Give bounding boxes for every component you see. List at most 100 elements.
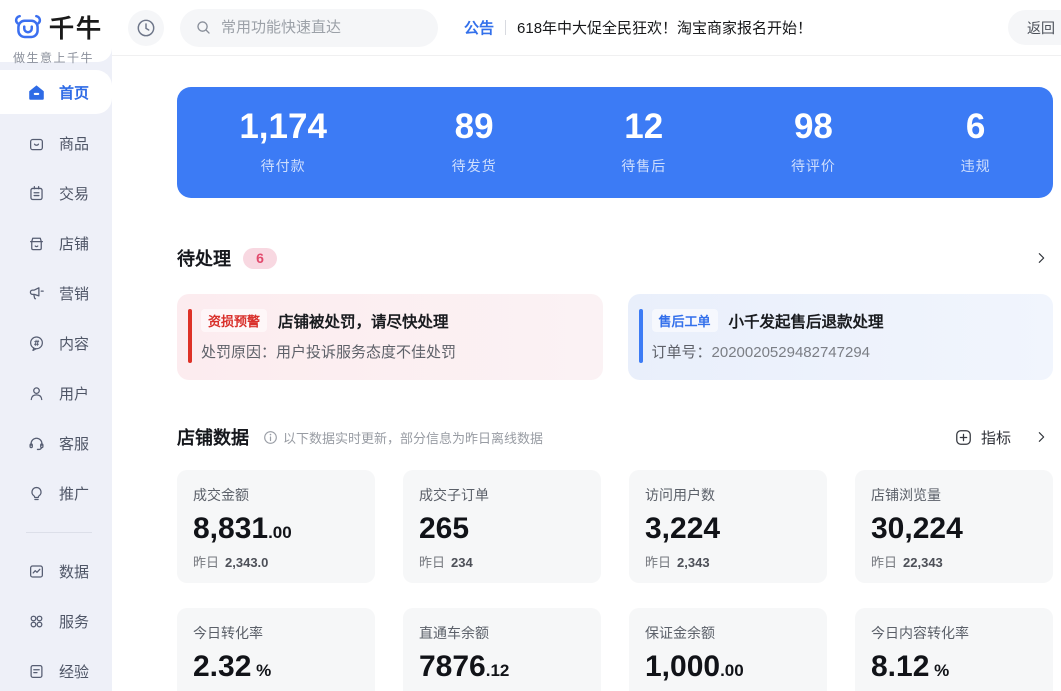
add-metric-label: 指标 [980, 429, 1011, 447]
sidebar-item-label: 营销 [59, 285, 90, 303]
metric-value: 1,000.00 [645, 649, 744, 683]
sidebar-item-users[interactable]: 用户 [0, 368, 112, 418]
sidebar-item-marketing[interactable]: 营销 [0, 268, 112, 318]
shop-data-more-button[interactable] [1033, 428, 1049, 446]
back-button[interactable]: 返回 [1008, 10, 1061, 45]
alert-title: 小千发起售后退款处理 [728, 313, 884, 331]
hash-bubble-icon [27, 334, 46, 353]
pending-alerts: 资损预警 店铺被处罚，请尽快处理 处罚原因：用户投诉服务态度不佳处罚 售后工单 … [177, 294, 1053, 380]
stat-pending-shipment[interactable]: 89 待发货 [452, 109, 497, 176]
content: 1,174 待付款 89 待发货 12 待售后 98 待评价 6 违规 待处理 … [112, 56, 1061, 691]
alert-accent-bar [638, 309, 643, 363]
sidebar-item-promotion[interactable]: 推广 [0, 468, 112, 518]
metric-card-content-conversion[interactable]: 今日内容转化率 8.12 % 昨日2,343.00 [855, 607, 1053, 691]
metric-value: 7876.12 [419, 649, 510, 683]
stat-violations[interactable]: 6 违规 [961, 109, 991, 176]
alert-tag: 资损预警 [201, 309, 268, 332]
metric-card-gmv[interactable]: 成交金额 8,831.00 昨日 2,343.0 [177, 470, 375, 583]
metric-cards: 成交金额 8,831.00 昨日 2,343.0 成交子订单 265 昨日 234 … [177, 470, 1053, 691]
sidebar-item-trade[interactable]: 交易 [0, 168, 112, 218]
main-area: 公告 618年中大促全民狂欢！淘宝商家报名开始！ 返回 1,174 待付款 89… [112, 0, 1061, 691]
alert-card-aftersale[interactable]: 售后工单 小千发起售后退款处理 订单号：2020020529482747294 [627, 294, 1053, 380]
sidebar-item-label: 首页 [59, 84, 90, 102]
quick-search[interactable] [180, 8, 438, 47]
metric-yesterday: 昨日 22,343 [871, 554, 943, 570]
qianniu-logo-icon [13, 13, 43, 41]
sidebar-item-label: 经验 [59, 663, 90, 681]
metric-card-ztc-balance[interactable]: 直通车余额 7876.12 [403, 607, 601, 691]
sidebar-item-data[interactable]: 数据 [0, 546, 112, 596]
announcement-text[interactable]: 618年中大促全民狂欢！淘宝商家报名开始！ [517, 17, 812, 38]
sidebar: 千牛 做生意上千牛 首页 商品 交易 店铺 营销 内容 用户 客服 推广 数据 … [0, 0, 112, 691]
pending-section-header: 待处理 6 [177, 245, 1053, 271]
stat-pending-aftersale[interactable]: 12 待售后 [621, 109, 666, 176]
metric-yesterday: 昨日 2,343 [645, 554, 710, 570]
storefront-icon [27, 234, 46, 253]
qianniu-dashboard: 千牛 做生意上千牛 首页 商品 交易 店铺 营销 内容 用户 客服 推广 数据 … [0, 0, 1061, 691]
info-icon [264, 430, 277, 444]
document-icon [27, 662, 46, 681]
sidebar-item-services[interactable]: 服务 [0, 596, 112, 646]
clock-icon [135, 17, 157, 39]
shop-data-header: 店铺数据 以下数据实时更新，部分信息为昨日离线数据 指标 [177, 424, 1053, 450]
stat-pending-payment[interactable]: 1,174 待付款 [239, 109, 327, 176]
stat-value: 98 [793, 107, 833, 146]
sidebar-item-home[interactable]: 首页 [0, 70, 112, 114]
sidebar-item-label: 用户 [59, 385, 90, 403]
sidebar-item-label: 推广 [59, 485, 90, 503]
shop-data-note-text: 以下数据实时更新，部分信息为昨日离线数据 [283, 430, 544, 446]
announcement-label: 公告 [464, 20, 495, 37]
metric-label: 成交子订单 [419, 487, 489, 503]
stat-label: 违规 [960, 158, 991, 174]
metric-card-orders[interactable]: 成交子订单 265 昨日 234 [403, 470, 601, 583]
metric-value: 2.32 % [193, 649, 272, 683]
sidebar-item-label: 客服 [59, 435, 90, 453]
grid-circles-icon [27, 612, 46, 631]
user-icon [27, 384, 46, 403]
metric-label: 访问用户数 [645, 487, 715, 503]
sidebar-item-goods[interactable]: 商品 [0, 118, 112, 168]
chart-icon [27, 562, 46, 581]
stat-label: 待发货 [451, 158, 497, 174]
metric-value: 8.12 % [871, 649, 950, 683]
sidebar-item-shop[interactable]: 店铺 [0, 218, 112, 268]
stat-value: 6 [965, 107, 986, 146]
metric-card-pageviews[interactable]: 店铺浏览量 30,224 昨日 22,343 [855, 470, 1053, 583]
alert-card-risk[interactable]: 资损预警 店铺被处罚，请尽快处理 处罚原因：用户投诉服务态度不佳处罚 [177, 294, 603, 380]
sidebar-divider [26, 532, 92, 533]
history-button[interactable] [128, 9, 164, 46]
sidebar-item-label: 店铺 [59, 235, 90, 253]
search-input[interactable] [221, 19, 424, 36]
app-tagline: 做生意上千牛 [13, 51, 95, 65]
sidebar-item-content[interactable]: 内容 [0, 318, 112, 368]
alert-detail: 订单号：2020020529482747294 [652, 341, 1036, 362]
add-metric-button[interactable]: 指标 [954, 427, 1053, 448]
clipboard-icon [27, 184, 46, 203]
stat-label: 待售后 [621, 158, 667, 174]
sidebar-item-customer-service[interactable]: 客服 [0, 418, 112, 468]
sidebar-item-label: 服务 [59, 613, 90, 631]
pending-count-badge: 6 [243, 247, 277, 269]
app-name: 千牛 [49, 15, 104, 43]
metric-card-visitors[interactable]: 访问用户数 3,224 昨日 2,343 [629, 470, 827, 583]
pending-more-button[interactable] [1033, 249, 1049, 267]
chevron-right-icon [1038, 432, 1045, 442]
megaphone-icon [27, 284, 46, 303]
sidebar-item-label: 数据 [59, 563, 90, 581]
stat-pending-review[interactable]: 98 待评价 [791, 109, 836, 176]
pending-title: 待处理 [177, 249, 231, 269]
metric-value: 8,831.00 [193, 512, 292, 545]
order-no-value: 2020020529482747294 [711, 344, 871, 361]
metric-card-conversion[interactable]: 今日转化率 2.32 % 昨日1.21% [177, 607, 375, 691]
metric-label: 店铺浏览量 [871, 487, 941, 503]
plus-icon [956, 429, 971, 445]
alert-tag: 售后工单 [651, 309, 718, 332]
metric-value: 30,224 [871, 512, 963, 545]
sidebar-item-label: 交易 [59, 185, 90, 203]
metric-value: 3,224 [645, 512, 721, 545]
sidebar-item-experience[interactable]: 经验 [0, 646, 112, 691]
order-no-label: 订单号： [651, 344, 712, 361]
lightbulb-icon [27, 484, 46, 503]
announcement: 公告 618年中大促全民狂欢！淘宝商家报名开始！ [464, 17, 812, 38]
metric-card-deposit-balance[interactable]: 保证金余额 1,000.00 [629, 607, 827, 691]
